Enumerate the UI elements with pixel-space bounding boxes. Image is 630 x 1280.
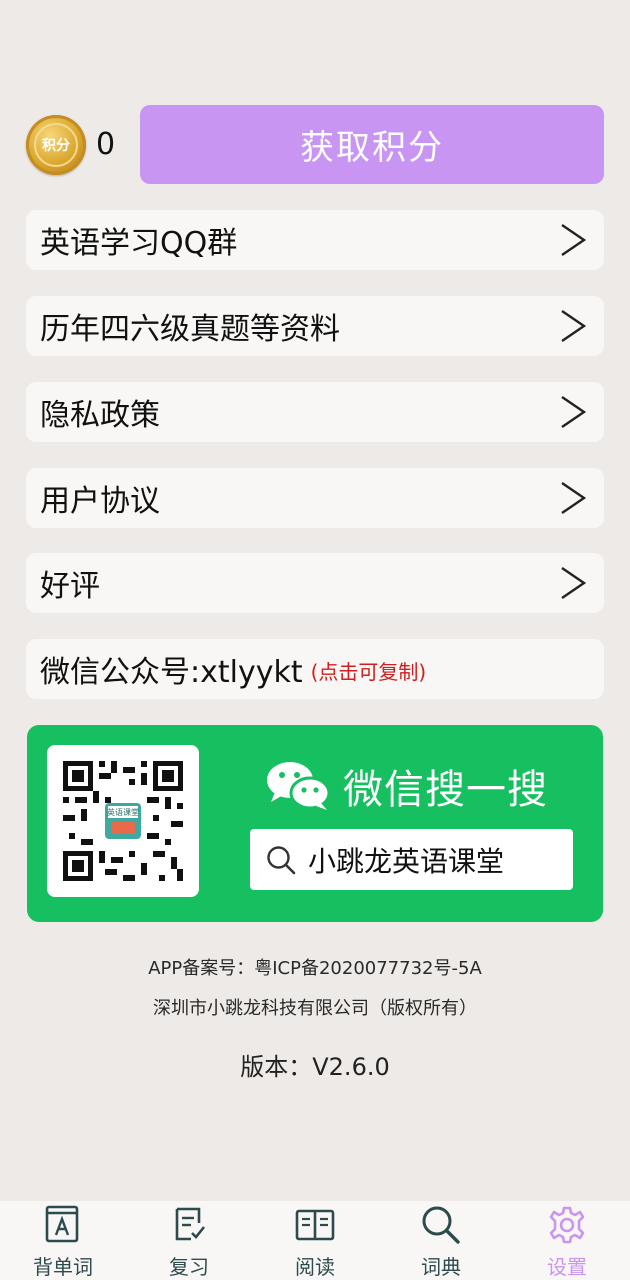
menu-item-label: 英语学习QQ群	[40, 226, 238, 261]
tab-label: 背单词	[33, 1255, 93, 1279]
get-points-button[interactable]: 获取积分	[140, 105, 604, 184]
coin-label: 积分	[34, 123, 78, 167]
app-version: 版本：V2.6.0	[240, 1053, 390, 1081]
tab-settings[interactable]: 设置	[504, 1201, 630, 1280]
tab-label: 阅读	[295, 1255, 335, 1279]
review-icon	[175, 1207, 206, 1241]
menu-item-label: 好评	[40, 569, 100, 604]
gear-icon	[549, 1206, 585, 1244]
chevron-right-icon	[561, 482, 587, 514]
flashcard-icon	[45, 1205, 79, 1243]
company-copyright: 深圳市小跳龙科技有限公司（版权所有）	[153, 998, 477, 1019]
tab-reading[interactable]: 阅读	[252, 1201, 378, 1280]
wechat-account-label: 微信公众号:xtlyykt	[40, 655, 303, 690]
chevron-right-icon	[561, 224, 587, 256]
wechat-search-title-row: 微信搜一搜	[265, 757, 548, 815]
tab-label: 词典	[421, 1255, 461, 1279]
menu-item-qq-group[interactable]: 英语学习QQ群	[26, 210, 604, 270]
tab-label: 复习	[169, 1255, 209, 1279]
menu-item-label: 历年四六级真题等资料	[40, 312, 340, 347]
menu-item-privacy-policy[interactable]: 隐私政策	[26, 382, 604, 442]
tab-label: 设置	[547, 1255, 587, 1279]
menu-item-label: 用户协议	[40, 484, 160, 519]
search-icon	[267, 845, 296, 874]
chevron-right-icon	[561, 396, 587, 428]
points-coin-icon: 积分	[26, 115, 86, 175]
book-icon	[295, 1209, 335, 1241]
bottom-tab-bar: 背单词 复习 阅读 词典 设置	[0, 1201, 630, 1280]
qr-logo-text: 英语课堂	[107, 807, 139, 817]
qr-code-image: 英语课堂	[61, 759, 185, 883]
qr-code: 英语课堂	[47, 745, 199, 897]
search-icon	[422, 1206, 460, 1244]
chevron-right-icon	[561, 567, 587, 599]
points-row: 积分 0 获取积分	[26, 105, 604, 184]
chevron-right-icon	[561, 310, 587, 342]
wechat-search-card[interactable]: 英语课堂 微信搜一搜 小跳龙英语课堂	[27, 725, 603, 922]
wechat-search-text: 小跳龙英语课堂	[308, 844, 505, 878]
wechat-search-title: 微信搜一搜	[343, 767, 548, 813]
menu-item-exam-materials[interactable]: 历年四六级真题等资料	[26, 296, 604, 356]
wechat-logo-icon	[267, 762, 331, 810]
tab-review[interactable]: 复习	[126, 1201, 252, 1280]
wechat-account-row[interactable]: 微信公众号:xtlyykt (点击可复制)	[26, 639, 604, 699]
copy-hint: (点击可复制)	[310, 659, 427, 684]
icp-record: APP备案号：粤ICP备2020077732号-5A	[148, 958, 482, 979]
points-count: 0	[96, 127, 116, 162]
menu-item-user-agreement[interactable]: 用户协议	[26, 468, 604, 528]
wechat-search-box[interactable]: 小跳龙英语课堂	[250, 829, 573, 890]
menu-item-rating[interactable]: 好评	[26, 553, 604, 613]
menu-item-label: 隐私政策	[40, 398, 160, 433]
tab-vocabulary[interactable]: 背单词	[0, 1201, 126, 1280]
tab-dictionary[interactable]: 词典	[378, 1201, 504, 1280]
